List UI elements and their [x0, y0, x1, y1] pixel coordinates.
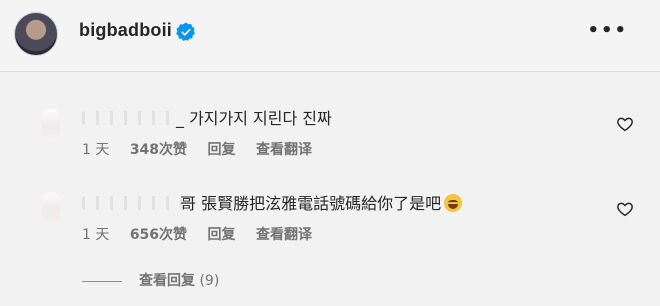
comment-text: 哥 張賢勝把泫雅電話號碼給你了是吧 — [180, 194, 442, 213]
verified-badge-icon — [176, 22, 195, 41]
reply-button[interactable]: 回复 — [208, 142, 236, 158]
comment-likes[interactable]: 656次赞 — [130, 227, 187, 243]
commenter-avatar[interactable] — [42, 109, 60, 139]
view-replies-count: (9) — [199, 273, 220, 289]
post-header: bigbadboii ••• — [0, 0, 660, 72]
comment-meta: 1 天 656次赞 回复 查看翻译 — [82, 224, 328, 244]
comment-likes[interactable]: 348次赞 — [130, 142, 187, 158]
commenter-avatar[interactable] — [42, 192, 60, 222]
comment-meta: 1 天 348次赞 回复 查看翻译 — [82, 139, 328, 159]
commenter-name-redacted[interactable] — [82, 196, 182, 210]
comment-time: 1 天 — [82, 142, 110, 158]
view-replies-button[interactable]: 查看回复 (9) — [82, 270, 219, 290]
replies-divider-line — [82, 280, 122, 282]
grinning-sweat-emoji-icon — [444, 194, 463, 212]
see-translation-button[interactable]: 查看翻译 — [256, 142, 312, 158]
view-replies-label: 查看回复 — [139, 273, 195, 289]
username[interactable]: bigbadboii — [79, 20, 172, 41]
heart-icon[interactable] — [616, 115, 634, 133]
more-options-icon[interactable]: ••• — [587, 20, 628, 41]
heart-icon[interactable] — [616, 200, 634, 218]
reply-button[interactable]: 回复 — [208, 227, 236, 243]
comment-text: _ 가지가지 지린다 진짜 — [176, 109, 332, 128]
commenter-name-redacted[interactable] — [82, 111, 174, 125]
avatar[interactable] — [14, 12, 58, 56]
comment-text-wrapper: 哥 張賢勝把泫雅電話號碼給你了是吧 — [180, 190, 463, 214]
see-translation-button[interactable]: 查看翻译 — [256, 227, 312, 243]
comment-time: 1 天 — [82, 227, 110, 243]
